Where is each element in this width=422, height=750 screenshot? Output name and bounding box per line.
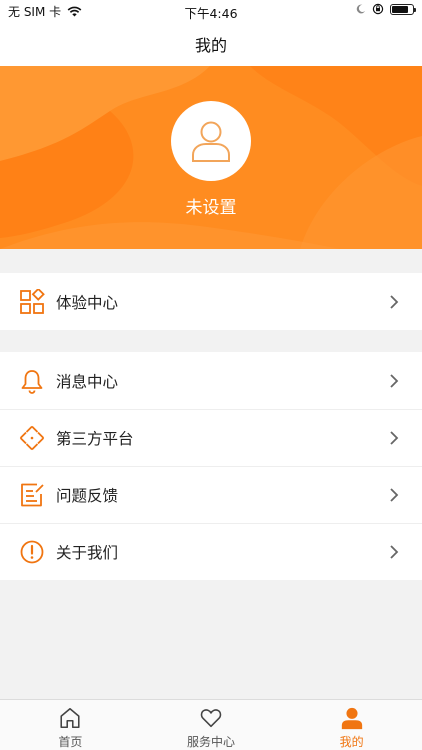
menu-item-message-center[interactable]: 消息中心: [0, 352, 422, 409]
bell-icon: [18, 367, 46, 395]
tab-bar: 首页 服务中心 我的: [0, 699, 422, 750]
menu-label: 体验中心: [56, 293, 119, 312]
home-icon: [60, 707, 80, 729]
nav-bar: 我的: [0, 22, 422, 66]
menu-item-experience-center[interactable]: 体验中心: [0, 273, 422, 330]
tab-label: 首页: [58, 735, 83, 749]
chevron-right-icon: [390, 487, 399, 502]
avatar[interactable]: [171, 101, 251, 181]
page-title: 我的: [194, 36, 227, 55]
tab-label: 我的: [339, 735, 364, 749]
menu-label: 关于我们: [56, 543, 119, 562]
menu-label: 问题反馈: [56, 486, 119, 505]
menu-label: 消息中心: [56, 372, 119, 391]
menu-group-main: 消息中心 第三方平台 问题反馈 关于我们: [0, 352, 422, 580]
status-bar: 无 SIM 卡 下午4:46: [0, 0, 422, 22]
tab-home[interactable]: 首页: [0, 700, 141, 750]
tab-service-center[interactable]: 服务中心: [141, 700, 282, 750]
diamond-dots-icon: [18, 424, 46, 452]
profile-header: 未设置: [0, 66, 422, 249]
chevron-right-icon: [390, 294, 399, 309]
moon-icon: [356, 4, 366, 14]
menu-item-third-party-platform[interactable]: 第三方平台: [0, 409, 422, 466]
menu-label: 第三方平台: [56, 429, 134, 448]
status-right: [356, 3, 416, 15]
heart-icon: [200, 709, 222, 728]
orientation-lock-icon: [372, 3, 384, 15]
battery-icon: [390, 3, 416, 15]
menu-item-feedback[interactable]: 问题反馈: [0, 466, 422, 523]
chevron-right-icon: [390, 430, 399, 445]
tab-mine[interactable]: 我的: [281, 700, 422, 750]
menu-item-about-us[interactable]: 关于我们: [0, 523, 422, 580]
username[interactable]: 未设置: [0, 193, 422, 218]
person-icon: [341, 707, 362, 730]
menu-group-experience: 体验中心: [0, 273, 422, 330]
chevron-right-icon: [390, 544, 399, 559]
edit-note-icon: [18, 481, 46, 509]
tab-label: 服务中心: [187, 735, 236, 749]
chevron-right-icon: [390, 373, 399, 388]
grid-icon: [18, 288, 46, 316]
user-placeholder-icon: [192, 121, 230, 162]
info-exclamation-icon: [18, 538, 46, 566]
